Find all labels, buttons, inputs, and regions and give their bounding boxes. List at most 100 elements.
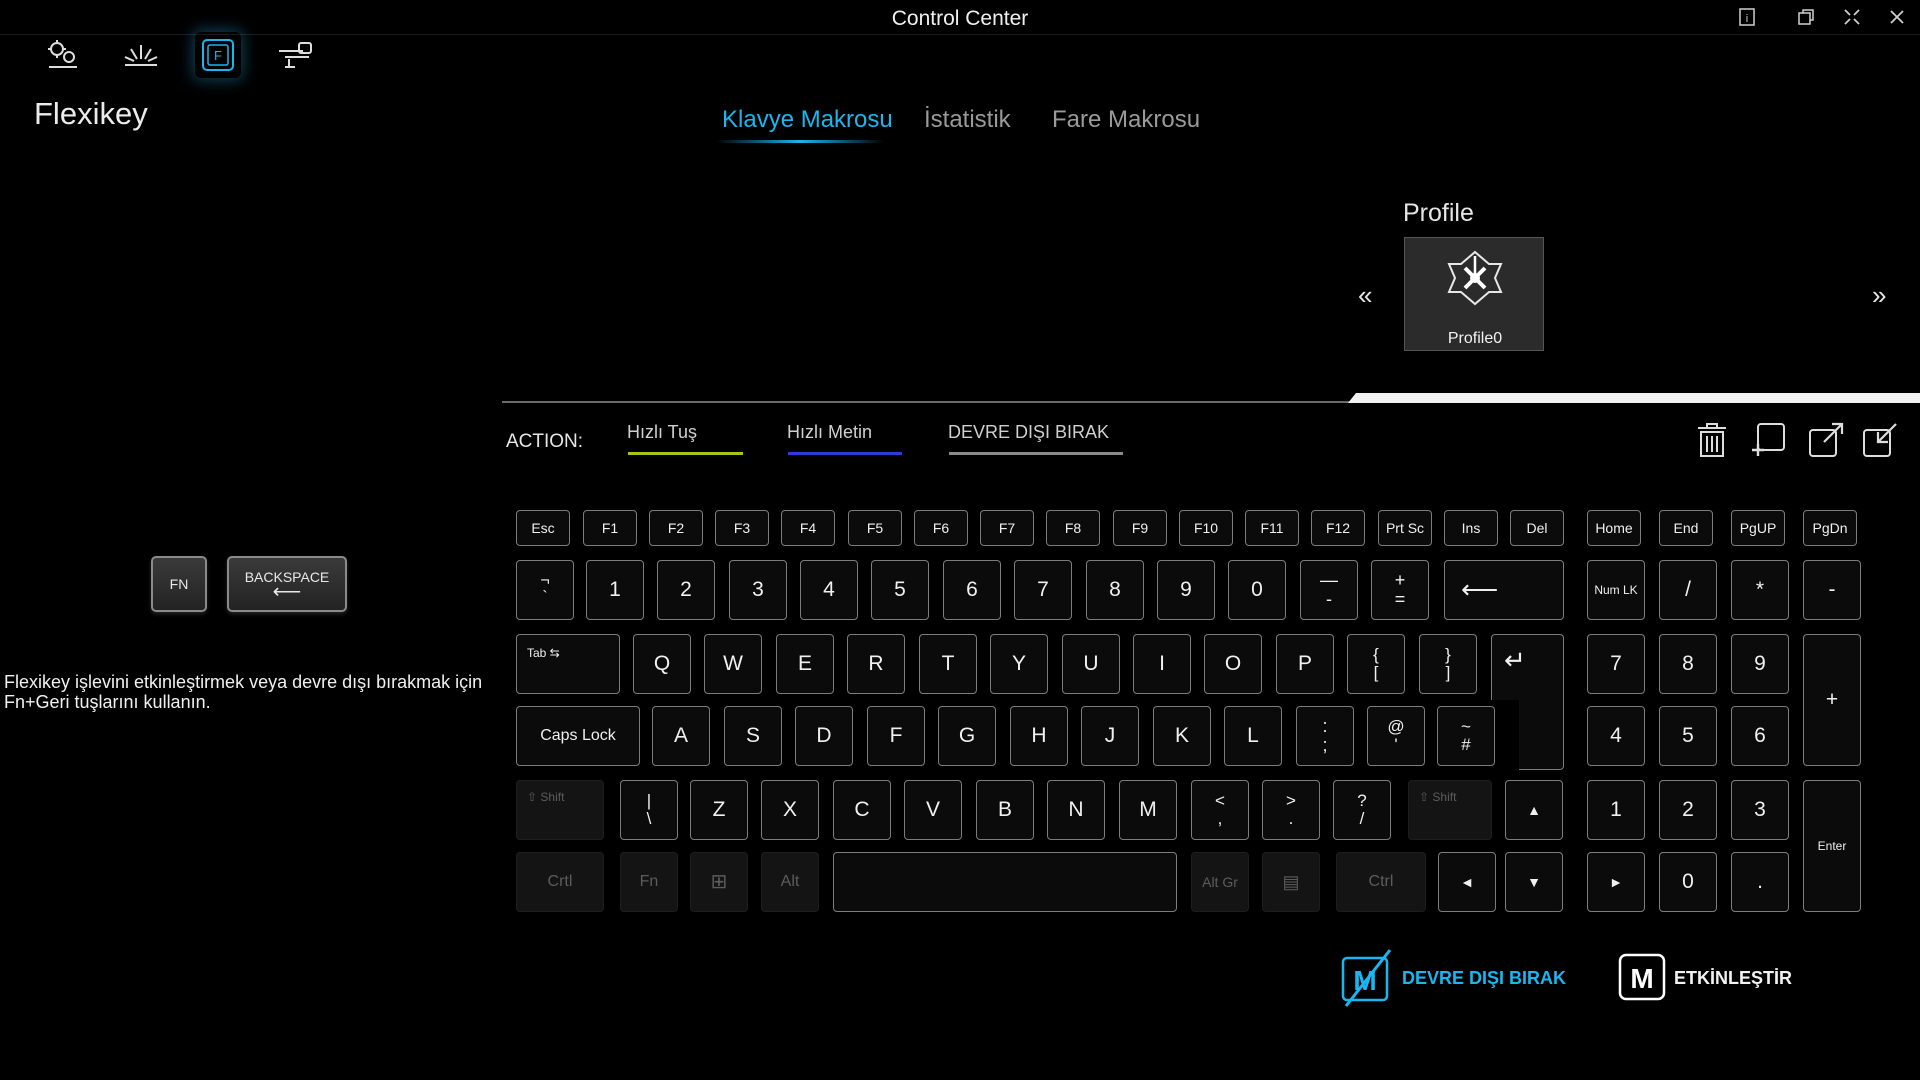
key-space[interactable] <box>833 852 1177 912</box>
key-menu[interactable]: ▤ <box>1262 852 1320 912</box>
key-w[interactable]: W <box>704 634 762 694</box>
key-ins[interactable]: Ins <box>1444 510 1498 546</box>
key-t[interactable]: T <box>919 634 977 694</box>
light-rays-icon[interactable] <box>118 32 164 78</box>
key-v[interactable]: V <box>904 780 962 840</box>
key-numpad-0[interactable]: 0 <box>1659 852 1717 912</box>
key-f4[interactable]: F4 <box>781 510 835 546</box>
key-f12[interactable]: F12 <box>1311 510 1365 546</box>
restore-icon[interactable] <box>1791 4 1821 30</box>
key-1[interactable]: 1 <box>586 560 644 620</box>
key-arrow-up[interactable]: ▲ <box>1505 780 1563 840</box>
key-i[interactable]: I <box>1133 634 1191 694</box>
export-icon[interactable] <box>1804 418 1848 462</box>
close-icon[interactable] <box>1882 4 1912 30</box>
key-minus[interactable]: — - <box>1300 560 1358 620</box>
key-numpad-multiply[interactable]: * <box>1731 560 1789 620</box>
key-u[interactable]: U <box>1062 634 1120 694</box>
key-tab[interactable]: Tab ⇆ <box>516 634 620 694</box>
info-icon[interactable]: i <box>1732 4 1762 30</box>
profile-next-button[interactable]: » <box>1872 280 1886 311</box>
key-quote[interactable]: @ ' <box>1367 706 1425 766</box>
key-8[interactable]: 8 <box>1086 560 1144 620</box>
profile-prev-button[interactable]: « <box>1358 280 1372 311</box>
key-z[interactable]: Z <box>690 780 748 840</box>
key-fn[interactable]: Fn <box>620 852 678 912</box>
key-period[interactable]: >. <box>1262 780 1320 840</box>
key-6[interactable]: 6 <box>943 560 1001 620</box>
key-2[interactable]: 2 <box>657 560 715 620</box>
key-q[interactable]: Q <box>633 634 691 694</box>
key-grave[interactable]: ¬ ` <box>516 560 574 620</box>
key-7[interactable]: 7 <box>1014 560 1072 620</box>
key-f7[interactable]: F7 <box>980 510 1034 546</box>
key-n[interactable]: N <box>1047 780 1105 840</box>
key-arrow-down[interactable]: ▼ <box>1505 852 1563 912</box>
key-numpad-8[interactable]: 8 <box>1659 634 1717 694</box>
key-x[interactable]: X <box>761 780 819 840</box>
key-s[interactable]: S <box>724 706 782 766</box>
key-9[interactable]: 9 <box>1157 560 1215 620</box>
key-numpad-dot[interactable]: . <box>1731 852 1789 912</box>
key-enter[interactable]: ↵ <box>1491 634 1564 770</box>
key-caps-lock[interactable]: Caps Lock <box>516 706 640 766</box>
enable-button[interactable]: M ETKİNLEŞTİR <box>1618 948 1792 1008</box>
key-arrow-right[interactable]: ► <box>1587 852 1645 912</box>
key-left-alt[interactable]: Alt <box>761 852 819 912</box>
key-left-bracket[interactable]: {[ <box>1347 634 1405 694</box>
disable-button[interactable]: M DEVRE DIŞI BIRAK <box>1340 948 1566 1008</box>
key-numpad-plus[interactable]: + <box>1803 634 1861 766</box>
key-equal[interactable]: + = <box>1371 560 1429 620</box>
key-f10[interactable]: F10 <box>1179 510 1233 546</box>
key-arrow-left[interactable]: ◄ <box>1438 852 1496 912</box>
key-numpad-3[interactable]: 3 <box>1731 780 1789 840</box>
key-l[interactable]: L <box>1224 706 1282 766</box>
action-tab-devre-disi[interactable]: DEVRE DIŞI BIRAK <box>948 422 1109 443</box>
key-numpad-2[interactable]: 2 <box>1659 780 1717 840</box>
key-right-shift[interactable]: ⇧ Shift <box>1408 780 1492 840</box>
key-alt-gr[interactable]: Alt Gr <box>1191 852 1249 912</box>
key-5[interactable]: 5 <box>871 560 929 620</box>
key-left-shift[interactable]: ⇧ Shift <box>516 780 604 840</box>
network-speed-icon[interactable] <box>272 32 318 78</box>
key-f1[interactable]: F1 <box>583 510 637 546</box>
key-0[interactable]: 0 <box>1228 560 1286 620</box>
key-home[interactable]: Home <box>1587 510 1641 546</box>
key-f9[interactable]: F9 <box>1113 510 1167 546</box>
tab-klavye-makrosu[interactable]: Klavye Makrosu <box>722 106 893 134</box>
key-numlock[interactable]: Num LK <box>1587 560 1645 620</box>
key-c[interactable]: C <box>833 780 891 840</box>
shrink-icon[interactable] <box>1837 4 1867 30</box>
key-f3[interactable]: F3 <box>715 510 769 546</box>
key-esc[interactable]: Esc <box>516 510 570 546</box>
key-comma[interactable]: <, <box>1191 780 1249 840</box>
key-hash[interactable]: ~ # <box>1437 706 1495 766</box>
key-numpad-6[interactable]: 6 <box>1731 706 1789 766</box>
key-f11[interactable]: F11 <box>1245 510 1299 546</box>
key-numpad-slash[interactable]: / <box>1659 560 1717 620</box>
key-m[interactable]: M <box>1119 780 1177 840</box>
key-pgup[interactable]: PgUP <box>1731 510 1785 546</box>
import-icon[interactable] <box>1858 418 1902 462</box>
key-d[interactable]: D <box>795 706 853 766</box>
key-a[interactable]: A <box>652 706 710 766</box>
key-numpad-minus[interactable]: - <box>1803 560 1861 620</box>
key-end[interactable]: End <box>1659 510 1713 546</box>
key-del[interactable]: Del <box>1510 510 1564 546</box>
tab-istatistik[interactable]: İstatistik <box>924 106 1011 134</box>
action-tab-hizli-metin[interactable]: Hızlı Metin <box>787 422 872 443</box>
key-o[interactable]: O <box>1204 634 1262 694</box>
key-left-ctrl[interactable]: Crtl <box>516 852 604 912</box>
key-b[interactable]: B <box>976 780 1034 840</box>
key-p[interactable]: P <box>1276 634 1334 694</box>
profile-card[interactable]: Profile0 <box>1404 237 1544 351</box>
key-h[interactable]: H <box>1010 706 1068 766</box>
add-icon[interactable] <box>1746 418 1790 462</box>
settings-gear-icon[interactable] <box>40 32 86 78</box>
key-f2[interactable]: F2 <box>649 510 703 546</box>
key-f8[interactable]: F8 <box>1046 510 1100 546</box>
key-f5[interactable]: F5 <box>848 510 902 546</box>
key-g[interactable]: G <box>938 706 996 766</box>
tab-fare-makrosu[interactable]: Fare Makrosu <box>1052 106 1200 134</box>
key-f[interactable]: F <box>867 706 925 766</box>
